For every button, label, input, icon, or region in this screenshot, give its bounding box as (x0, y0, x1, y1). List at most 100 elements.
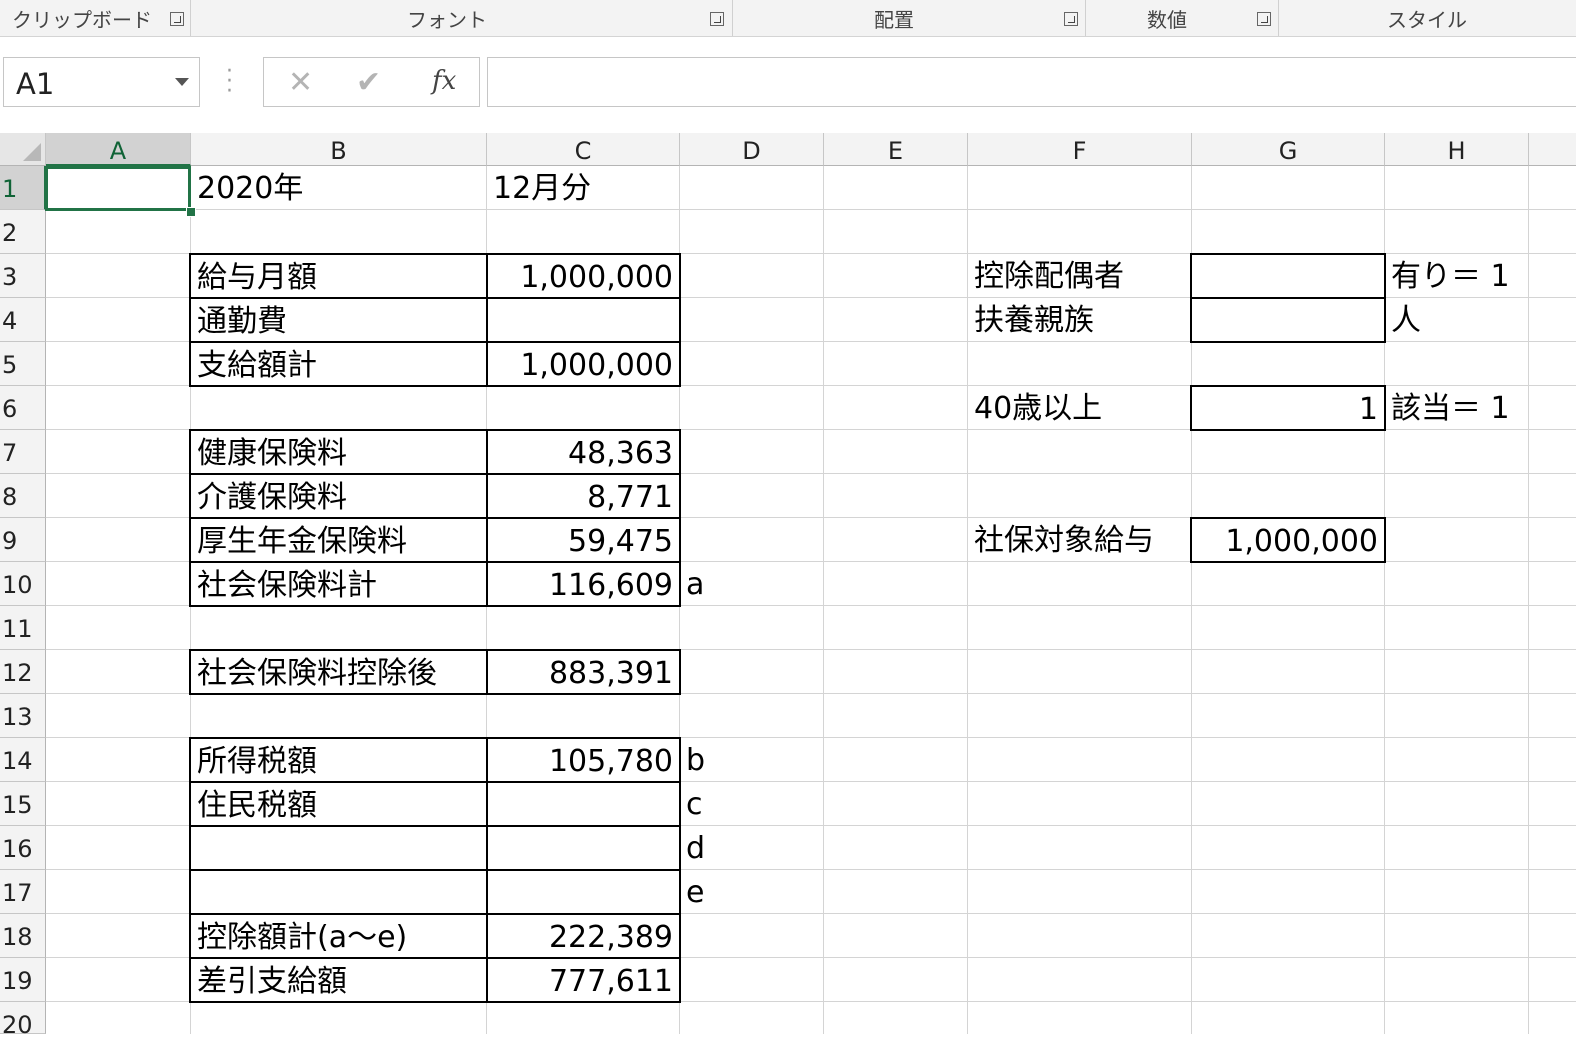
cell-f6[interactable]: 40歳以上 (968, 386, 1192, 430)
cell-d15[interactable]: c (680, 782, 824, 826)
ribbon-group-label: スタイル (1387, 8, 1467, 32)
row-header-5[interactable]: 5 (0, 342, 46, 386)
row-header-10[interactable]: 10 (0, 562, 46, 606)
name-box[interactable]: A1 (3, 57, 200, 107)
cell-d14[interactable]: b (680, 738, 824, 782)
cell-b15[interactable]: 住民税額 (189, 781, 488, 827)
row-header-1[interactable]: 1 (0, 166, 46, 210)
cell-c8[interactable]: 8,771 (486, 473, 681, 519)
row-header-13[interactable]: 13 (0, 694, 46, 738)
cell-h3[interactable]: 有り＝ 1 (1385, 254, 1529, 298)
column-header-d[interactable]: D (680, 133, 824, 166)
column-header-f[interactable]: F (968, 133, 1192, 166)
row-header-14[interactable]: 14 (0, 738, 46, 782)
column-header-e[interactable]: E (824, 133, 968, 166)
cell-c7[interactable]: 48,363 (486, 429, 681, 475)
row-header-18[interactable]: 18 (0, 914, 46, 958)
row-header-15[interactable]: 15 (0, 782, 46, 826)
row-header-19[interactable]: 19 (0, 958, 46, 1002)
formula-input[interactable] (487, 57, 1576, 107)
cell-b3[interactable]: 給与月額 (189, 253, 488, 299)
cell-d16[interactable]: d (680, 826, 824, 870)
cell-g4[interactable] (1190, 297, 1386, 343)
ribbon-group-styles: スタイル (1278, 0, 1576, 36)
column-header-i[interactable] (1529, 133, 1576, 166)
row-header-8[interactable]: 8 (0, 474, 46, 518)
cell-b14[interactable]: 所得税額 (189, 737, 488, 783)
insert-function-icon[interactable]: fx (432, 66, 456, 96)
active-cell-selection[interactable] (45, 166, 191, 211)
cell-c12[interactable]: 883,391 (486, 649, 681, 695)
row-header-4[interactable]: 4 (0, 298, 46, 342)
clipboard-launcher-icon[interactable] (170, 12, 184, 26)
cell-c19[interactable]: 777,611 (486, 957, 681, 1003)
cell-h6[interactable]: 該当＝ 1 (1385, 386, 1529, 430)
cell-b5[interactable]: 支給額計 (189, 341, 488, 387)
cell-c4[interactable] (486, 297, 681, 343)
formula-tools: ✕ ✔ fx (263, 57, 480, 107)
cell-b8[interactable]: 介護保険料 (189, 473, 488, 519)
row-header-7[interactable]: 7 (0, 430, 46, 474)
fill-handle[interactable] (186, 207, 196, 217)
row-header-2[interactable]: 2 (0, 210, 46, 254)
font-launcher-icon[interactable] (710, 12, 724, 26)
alignment-launcher-icon[interactable] (1064, 12, 1078, 26)
cell-c10[interactable]: 116,609 (486, 561, 681, 607)
ribbon-group-label: フォント (407, 8, 487, 32)
cell-c16[interactable] (486, 825, 681, 871)
cell-c18[interactable]: 222,389 (486, 913, 681, 959)
cancel-icon[interactable]: ✕ (288, 65, 313, 100)
cell-c1[interactable]: 12月分 (487, 166, 680, 210)
cell-h4[interactable]: 人 (1385, 298, 1529, 342)
ribbon-group-label: 数値 (1147, 8, 1187, 32)
cell-g3[interactable] (1190, 253, 1386, 299)
name-box-value[interactable]: A1 (16, 67, 54, 101)
cell-f3[interactable]: 控除配偶者 (968, 254, 1192, 298)
row-header-16[interactable]: 16 (0, 826, 46, 870)
cell-b16[interactable] (189, 825, 488, 871)
cell-c9[interactable]: 59,475 (486, 517, 681, 563)
enter-icon[interactable]: ✔ (356, 65, 381, 100)
formula-bar: A1 · · · ✕ ✔ fx (0, 37, 1576, 132)
row-header-6[interactable]: 6 (0, 386, 46, 430)
select-all-button[interactable] (0, 133, 46, 166)
cell-b7[interactable]: 健康保険料 (189, 429, 488, 475)
row-header-9[interactable]: 9 (0, 518, 46, 562)
cell-g6[interactable]: 1 (1190, 385, 1386, 431)
row-header-20[interactable]: 20 (0, 1002, 46, 1039)
spreadsheet-grid[interactable]: A B C D E F G H 1 2 3 4 5 6 7 8 9 10 11 … (0, 133, 1576, 1039)
row-header-11[interactable]: 11 (0, 606, 46, 650)
cell-b4[interactable]: 通勤費 (189, 297, 488, 343)
cell-c14[interactable]: 105,780 (486, 737, 681, 783)
cell-b19[interactable]: 差引支給額 (189, 957, 488, 1003)
chevron-down-icon[interactable] (175, 78, 189, 86)
cell-d10[interactable]: a (680, 562, 824, 606)
cell-b10[interactable]: 社会保険料計 (189, 561, 488, 607)
row-header-12[interactable]: 12 (0, 650, 46, 694)
cell-c5[interactable]: 1,000,000 (486, 341, 681, 387)
cell-f9[interactable]: 社保対象給与 (968, 518, 1192, 562)
cell-b12[interactable]: 社会保険料控除後 (189, 649, 488, 695)
ribbon-group-alignment: 配置 (732, 0, 1084, 36)
cell-b1[interactable]: 2020年 (191, 166, 487, 210)
column-header-b[interactable]: B (191, 133, 487, 166)
number-launcher-icon[interactable] (1257, 12, 1271, 26)
column-header-a[interactable]: A (46, 133, 191, 166)
ribbon-group-number: 数値 (1085, 0, 1277, 36)
cell-c15[interactable] (486, 781, 681, 827)
column-header-h[interactable]: H (1385, 133, 1529, 166)
cell-d17[interactable]: e (680, 870, 824, 914)
cell-c3[interactable]: 1,000,000 (486, 253, 681, 299)
column-header-c[interactable]: C (487, 133, 680, 166)
cell-c17[interactable] (486, 869, 681, 915)
cell-b9[interactable]: 厚生年金保険料 (189, 517, 488, 563)
cell-g9[interactable]: 1,000,000 (1190, 517, 1386, 563)
row-header-17[interactable]: 17 (0, 870, 46, 914)
more-options-icon[interactable]: · · · (226, 61, 233, 103)
row-header-3[interactable]: 3 (0, 254, 46, 298)
cell-b17[interactable] (189, 869, 488, 915)
column-header-g[interactable]: G (1192, 133, 1385, 166)
ribbon-group-labels: クリップボード フォント 配置 数値 スタイル (0, 0, 1576, 37)
cell-f4[interactable]: 扶養親族 (968, 298, 1192, 342)
cell-b18[interactable]: 控除額計(a～e) (189, 913, 488, 959)
